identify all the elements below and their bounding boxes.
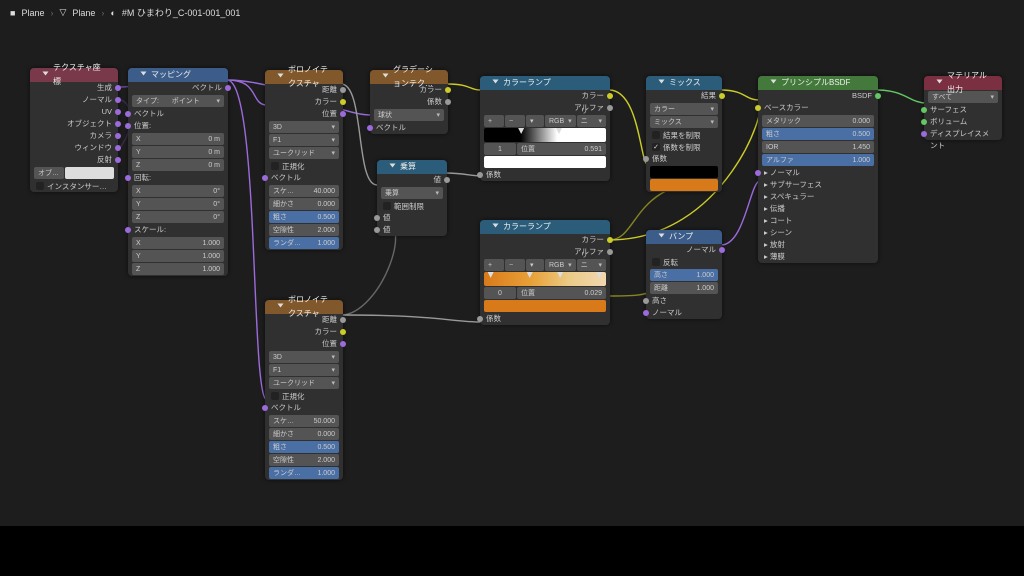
chevron-down-icon[interactable]: ▾ — [526, 115, 544, 127]
node-gradient[interactable]: グラデーションテク… カラー 係数 球状 ベクトル — [370, 70, 448, 134]
node-header[interactable]: テクスチャ座標 — [30, 68, 118, 82]
type-dropdown[interactable]: タイプ:ポイント — [132, 95, 224, 107]
remove-stop-button[interactable]: − — [505, 115, 525, 127]
color-swatch[interactable] — [484, 300, 606, 312]
node-bump[interactable]: バンプ ノーマル 反転 高さ1.000 距離1.000 高さ ノーマル — [646, 230, 722, 319]
node-header[interactable]: カラーランプ — [480, 220, 610, 234]
node-header[interactable]: 乗算 — [377, 160, 447, 174]
colorramp-gradient[interactable] — [484, 272, 606, 286]
node-header[interactable]: マテリアル出力 — [924, 76, 1002, 90]
node-header[interactable]: マッピング — [128, 68, 228, 82]
color-a-swatch[interactable] — [650, 166, 718, 178]
node-header[interactable]: ミックス — [646, 76, 722, 90]
node-voronoi-1[interactable]: ボロノイテクスチャ 距離 カラー 位置 3D F1 ユークリッド 正規化 ベクト… — [265, 70, 343, 250]
node-colorramp-1[interactable]: カラーランプ カラー アルファ + − ▾ RGB リニア 1 位置0.591 … — [480, 76, 610, 181]
node-colorramp-2[interactable]: カラーランプ カラー アルファ + − ▾ RGB リニア 0 位置0.029 … — [480, 220, 610, 325]
node-header[interactable]: ボロノイテクスチャ — [265, 70, 343, 84]
node-header[interactable]: グラデーションテク… — [370, 70, 448, 84]
color-swatch[interactable] — [484, 156, 606, 168]
node-header[interactable]: プリンシプルBSDF — [758, 76, 878, 90]
node-multiply[interactable]: 乗算 値 乗算 範囲制限 値 値 — [377, 160, 447, 236]
node-output[interactable]: マテリアル出力 すべて サーフェス ボリューム ディスプレイスメント — [924, 76, 1002, 140]
breadcrumb[interactable]: ■Plane›▽Plane›◐#M ひまわり_C-001-001_001 — [10, 6, 240, 19]
node-mix[interactable]: ミックス 結果 カラー ミックス 結果を制限 係数を制限 係数 — [646, 76, 722, 192]
node-mapping[interactable]: マッピング ベクトル タイプ:ポイント ベクトル 位置: X0 m Y0 m Z… — [128, 68, 228, 276]
color-b-swatch[interactable] — [650, 179, 718, 191]
node-header[interactable]: カラーランプ — [480, 76, 610, 90]
node-voronoi-2[interactable]: ボロノイテクスチャ 距離 カラー 位置 3D F1 ユークリッド 正規化 ベクト… — [265, 300, 343, 480]
colorramp-gradient[interactable] — [484, 128, 606, 142]
node-bsdf[interactable]: プリンシプルBSDF BSDF ベースカラー メタリック0.000 粗さ0.50… — [758, 76, 878, 263]
node-texcoord[interactable]: テクスチャ座標 生成 ノーマル UV オブジェクト カメラ ウィンドウ 反射 オ… — [30, 68, 118, 192]
add-stop-button[interactable]: + — [484, 115, 504, 127]
node-header[interactable]: ボロノイテクスチャ — [265, 300, 343, 314]
bottom-bar — [0, 526, 1024, 576]
node-header[interactable]: バンプ — [646, 230, 722, 244]
